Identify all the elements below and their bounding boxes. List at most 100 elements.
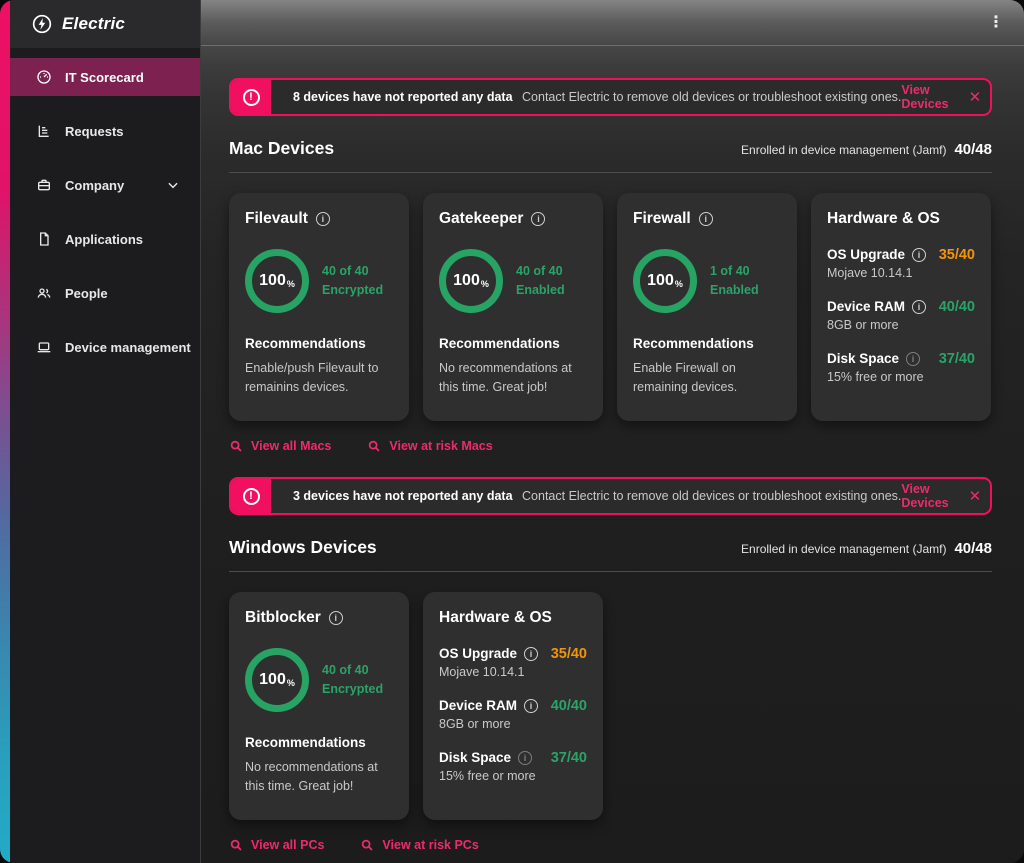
sidebar-item-company[interactable]: Company (10, 158, 200, 212)
bitblocker-card: Bitblocker i 100% 40 of 40 Encrypted Rec… (229, 592, 409, 820)
percent-ring: 100% (245, 648, 309, 712)
sidebar: Electric IT Scorecard Requests Company (10, 0, 200, 863)
hw-row-os-upgrade: OS Upgradei Mojave 10.14.1 35/40 (439, 646, 587, 679)
brand-name: Electric (62, 14, 125, 34)
hw-sub: 15% free or more (827, 370, 924, 384)
recommendations-title: Recommendations (633, 336, 781, 351)
info-icon[interactable]: i (906, 352, 920, 366)
recommendations-text: No recommendations at this time. Great j… (245, 758, 393, 796)
alert-message: 8 devices have not reported any data Con… (293, 90, 901, 104)
recommendations-text: No recommendations at this time. Great j… (439, 359, 587, 397)
sidebar-item-label: IT Scorecard (65, 70, 144, 85)
mac-cards-row: Filevault i 100% 40 of 40 Encrypted Reco… (229, 193, 992, 421)
document-icon (36, 231, 52, 247)
section-title: Windows Devices (229, 537, 377, 558)
hw-label: Device RAM (439, 698, 517, 713)
close-icon[interactable]: ✕ (969, 88, 982, 106)
gauge-label: 40 of 40 Enabled (516, 262, 565, 301)
alert-icon: ! (243, 89, 260, 106)
hw-value: 40/40 (551, 698, 587, 714)
view-at-risk-pcs-link[interactable]: View at risk PCs (360, 838, 478, 852)
brand-gradient-strip (0, 0, 10, 863)
gauge-label: 40 of 40 Encrypted (322, 262, 383, 301)
info-icon[interactable]: i (912, 248, 926, 262)
sidebar-item-applications[interactable]: Applications (10, 212, 200, 266)
chevron-down-icon[interactable] (166, 178, 180, 192)
info-icon[interactable]: i (518, 751, 532, 765)
recommendations-text: Enable/push Filevault to remainins devic… (245, 359, 393, 397)
windows-cards-row: Bitblocker i 100% 40 of 40 Encrypted Rec… (229, 592, 992, 820)
section-title: Mac Devices (229, 138, 334, 159)
sidebar-item-label: People (65, 286, 108, 301)
filevault-card: Filevault i 100% 40 of 40 Encrypted Reco… (229, 193, 409, 421)
card-title: Bitblocker (245, 609, 321, 627)
sidebar-nav: IT Scorecard Requests Company (10, 48, 200, 374)
info-icon[interactable]: i (912, 300, 926, 314)
alert-message: 3 devices have not reported any data Con… (293, 489, 901, 503)
requests-icon (36, 123, 52, 139)
view-all-macs-link[interactable]: View all Macs (229, 439, 331, 453)
info-icon[interactable]: i (524, 647, 538, 661)
sidebar-item-requests[interactable]: Requests (10, 104, 200, 158)
main-panel: ⋮ ! 8 devices have not reported any data… (200, 0, 1024, 863)
info-icon[interactable]: i (699, 212, 713, 226)
enrolled-value: 40/48 (954, 141, 992, 158)
percent-value: 100 (259, 671, 286, 689)
windows-links-row: View all PCs View at risk PCs (229, 838, 992, 852)
alert-text: Contact Electric to remove old devices o… (522, 489, 901, 503)
hw-sub: 8GB or more (439, 717, 538, 731)
card-title: Gatekeeper (439, 210, 523, 228)
info-icon[interactable]: i (316, 212, 330, 226)
search-icon (229, 838, 243, 852)
info-icon[interactable]: i (329, 611, 343, 625)
percent-ring: 100% (439, 249, 503, 313)
percent-sign: % (287, 678, 295, 688)
sidebar-item-device-management[interactable]: Device management (10, 320, 200, 374)
sidebar-item-label: Applications (65, 232, 143, 247)
search-icon (229, 439, 243, 453)
mac-links-row: View all Macs View at risk Macs (229, 439, 992, 453)
content: ! 8 devices have not reported any data C… (201, 46, 1024, 863)
hw-sub: Mojave 10.14.1 (827, 266, 926, 280)
sidebar-item-people[interactable]: People (10, 266, 200, 320)
info-icon[interactable]: i (531, 212, 545, 226)
hw-row-os-upgrade: OS Upgradei Mojave 10.14.1 35/40 (827, 247, 975, 280)
percent-value: 100 (647, 272, 674, 290)
view-all-pcs-link[interactable]: View all PCs (229, 838, 324, 852)
sidebar-item-it-scorecard[interactable]: IT Scorecard (10, 58, 200, 96)
hw-row-device-ram: Device RAM i 8GB or more 40/40 (439, 698, 587, 731)
hw-value: 37/40 (939, 351, 975, 367)
recommendations-title: Recommendations (245, 336, 393, 351)
hw-sub: 15% free or more (439, 769, 536, 783)
hw-value: 35/40 (551, 646, 587, 662)
percent-sign: % (675, 279, 683, 289)
close-icon[interactable]: ✕ (969, 487, 982, 505)
gatekeeper-card: Gatekeeper i 100% 40 of 40 Enabled Recom… (423, 193, 603, 421)
hw-row-device-ram: Device RAMi 8GB or more 40/40 (827, 299, 975, 332)
percent-sign: % (287, 279, 295, 289)
people-icon (36, 285, 52, 301)
alert-banner: ! 8 devices have not reported any data C… (229, 78, 992, 116)
alert-icon: ! (243, 488, 260, 505)
kebab-menu-icon[interactable]: ⋮ (988, 15, 1004, 31)
view-devices-link[interactable]: View Devices (901, 83, 948, 111)
percent-ring: 100% (633, 249, 697, 313)
search-icon (367, 439, 381, 453)
hw-row-disk-space: Disk Spacei 15% free or more 37/40 (827, 351, 975, 384)
section-header-mac: Mac Devices Enrolled in device managemen… (229, 138, 992, 173)
alert-bold-text: 8 devices have not reported any data (293, 90, 513, 104)
hw-label: Disk Space (439, 750, 511, 765)
hardware-os-card-mac: Hardware & OS OS Upgradei Mojave 10.14.1… (811, 193, 991, 421)
briefcase-icon (36, 177, 52, 193)
recommendations-text: Enable Firewall on remaining devices. (633, 359, 781, 397)
view-at-risk-macs-link[interactable]: View at risk Macs (367, 439, 492, 453)
alert-banner: ! 3 devices have not reported any data C… (229, 477, 992, 515)
info-icon[interactable]: i (524, 699, 538, 713)
top-bar: ⋮ (201, 0, 1024, 46)
card-title: Hardware & OS (827, 210, 940, 228)
view-devices-link[interactable]: View Devices (901, 482, 948, 510)
alert-text: Contact Electric to remove old devices o… (522, 90, 901, 104)
percent-value: 100 (259, 272, 286, 290)
hw-label: OS Upgrade (439, 646, 517, 661)
percent-value: 100 (453, 272, 480, 290)
